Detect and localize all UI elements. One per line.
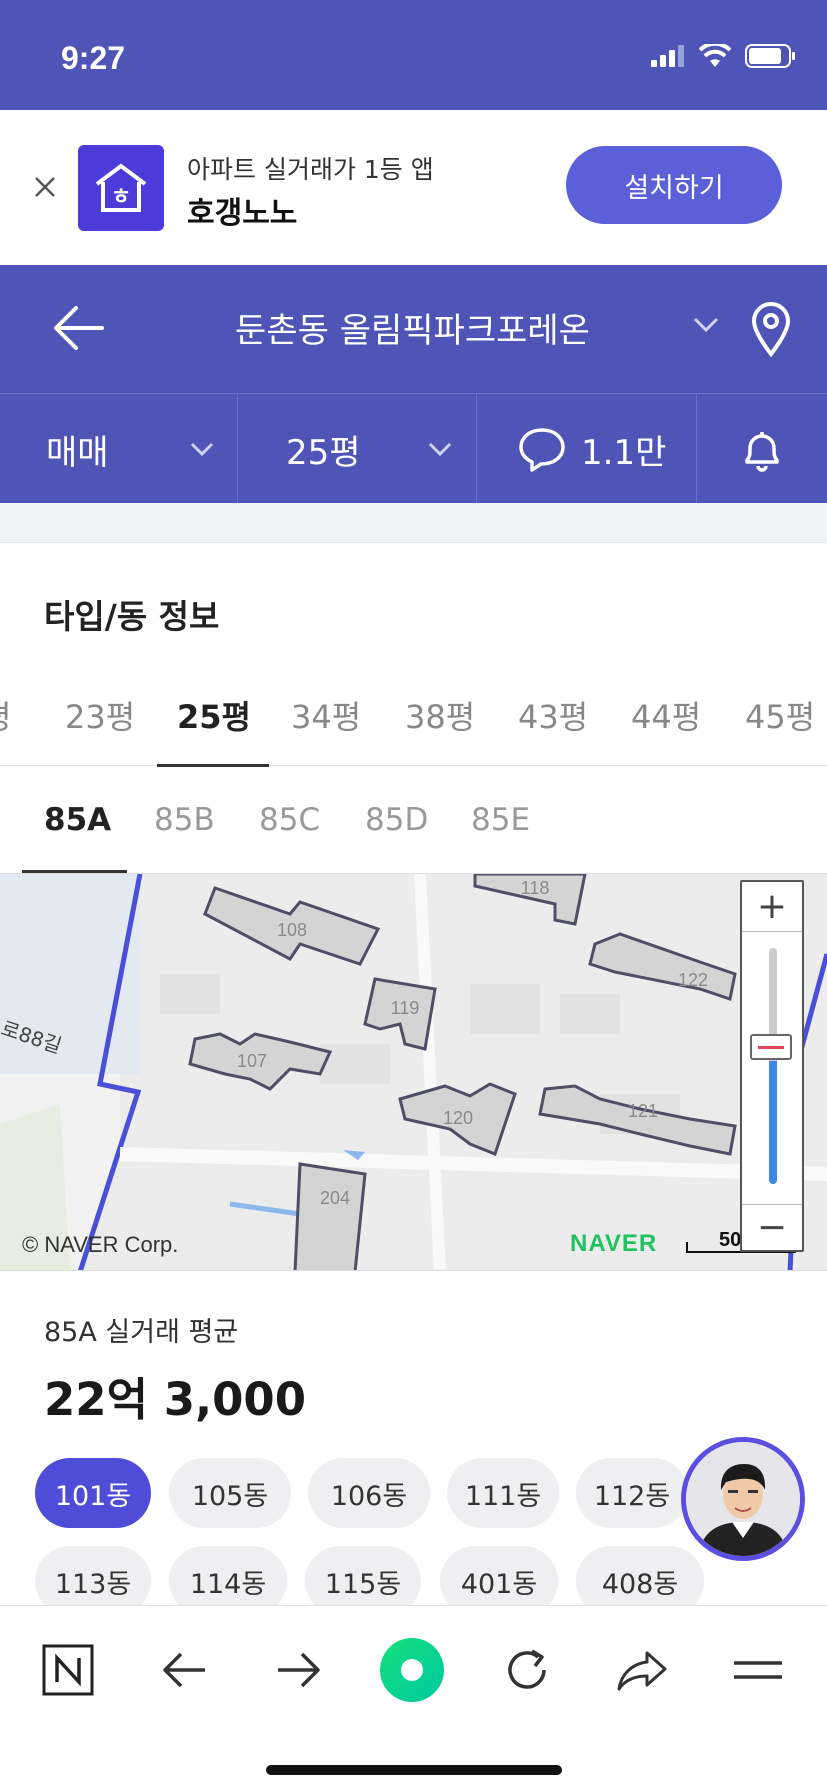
map-canvas[interactable]: 108 118 119 122 107 120 121 204 로88길 <box>0 874 827 1271</box>
refresh-button[interactable] <box>497 1640 557 1700</box>
banner-title: 호갱노노 <box>187 196 298 231</box>
tab-type-85c[interactable]: 85C <box>259 802 320 838</box>
comments-count: 1.1만 <box>581 432 667 473</box>
bell-icon <box>745 432 779 472</box>
agent-avatar[interactable] <box>681 1437 805 1561</box>
browser-forward-button[interactable] <box>268 1640 328 1700</box>
dong-chip-105[interactable]: 105동 <box>169 1458 291 1528</box>
naver-logo: NAVER <box>570 1230 658 1257</box>
map-copyright: © NAVER Corp. <box>22 1232 179 1257</box>
zoom-out-button[interactable]: − <box>742 1204 802 1250</box>
tab-type-85a[interactable]: 85A <box>44 802 111 838</box>
zoom-slider-fill <box>769 1061 777 1184</box>
size-filter[interactable]: 25평 <box>238 394 477 504</box>
map-scale-label: 50 <box>719 1229 742 1251</box>
signal-icon <box>651 45 684 67</box>
chevron-down-icon[interactable] <box>692 315 720 335</box>
dong-chip-106[interactable]: 106동 <box>308 1458 430 1528</box>
complex-title[interactable]: 둔촌동 올림픽파크포레온 <box>160 303 665 352</box>
size-tabs: 평 23평 25평 34평 38평 43평 44평 45평 <box>0 680 827 767</box>
app-logo: ㅎ <box>78 145 164 231</box>
install-button[interactable]: 설치하기 <box>566 146 782 224</box>
zoom-slider-handle[interactable] <box>750 1034 792 1060</box>
chevron-down-icon <box>428 442 452 457</box>
naver-n-icon <box>42 1644 94 1696</box>
zoom-slider-track[interactable] <box>769 948 777 1184</box>
app-header: 둔촌동 올림픽파크포레온 <box>0 265 827 393</box>
tab-type-85e[interactable]: 85E <box>471 802 530 838</box>
zoom-in-button[interactable]: + <box>742 882 802 932</box>
building-label-118: 118 <box>521 878 550 898</box>
location-pin-icon[interactable] <box>750 301 792 357</box>
tab-size-34[interactable]: 34평 <box>291 692 361 738</box>
dong-chip-112[interactable]: 112동 <box>576 1458 688 1528</box>
notification-button[interactable] <box>697 394 827 504</box>
tab-size-44[interactable]: 44평 <box>631 692 701 738</box>
close-icon[interactable] <box>30 172 60 202</box>
tab-size-25[interactable]: 25평 <box>177 692 251 738</box>
tab-type-85b[interactable]: 85B <box>154 802 215 838</box>
banner-subtitle: 아파트 실거래가 1등 앱 <box>187 155 434 184</box>
tab-size-38[interactable]: 38평 <box>405 692 475 738</box>
chevron-down-icon <box>190 442 214 457</box>
browser-toolbar <box>0 1605 827 1791</box>
type-tabs: 85A 85B 85C 85D 85E <box>0 766 827 874</box>
size-label: 25평 <box>286 432 361 473</box>
hamburger-menu-icon <box>734 1661 782 1679</box>
status-time: 9:27 <box>61 40 126 76</box>
app-logo-text: ㅎ <box>111 185 131 210</box>
home-indicator[interactable] <box>266 1765 562 1775</box>
building-label-107: 107 <box>237 1051 267 1071</box>
share-arrow-icon <box>617 1651 667 1691</box>
speech-bubble-icon <box>519 428 565 472</box>
share-button[interactable] <box>612 1640 672 1700</box>
wifi-icon <box>699 44 731 67</box>
tab-size-43[interactable]: 43평 <box>518 692 588 738</box>
back-arrow-icon[interactable] <box>52 303 106 353</box>
naver-home-button[interactable] <box>38 1640 98 1700</box>
price-value: 22억 3,000 <box>44 1373 307 1426</box>
green-dot-icon <box>380 1638 444 1702</box>
price-label: 85A 실거래 평균 <box>44 1317 239 1348</box>
building-label-121: 121 <box>628 1101 658 1121</box>
app-install-banner: ㅎ 아파트 실거래가 1등 앱 호갱노노 설치하기 <box>0 110 827 265</box>
status-bar: 9:27 <box>0 0 827 110</box>
menu-button[interactable] <box>728 1640 788 1700</box>
arrow-left-icon <box>163 1652 205 1688</box>
section-title: 타입/동 정보 <box>44 597 220 636</box>
building-label-122: 122 <box>678 970 708 990</box>
green-dot-button[interactable] <box>378 1636 446 1704</box>
building-label-204: 204 <box>320 1188 350 1208</box>
tab-type-85d[interactable]: 85D <box>365 802 428 838</box>
comments-button[interactable]: 1.1만 <box>477 394 697 504</box>
browser-back-button[interactable] <box>155 1640 215 1700</box>
status-icons <box>651 44 797 68</box>
tab-size-45[interactable]: 45평 <box>745 692 815 738</box>
dong-chip-111[interactable]: 111동 <box>447 1458 559 1528</box>
person-avatar-icon <box>686 1442 800 1556</box>
section-divider <box>0 503 827 543</box>
tab-size-23[interactable]: 23평 <box>65 692 135 738</box>
building-label-120: 120 <box>443 1108 473 1128</box>
building-label-108: 108 <box>277 920 307 940</box>
tab-size-partial[interactable]: 평 <box>0 692 11 738</box>
building-label-119: 119 <box>391 998 420 1018</box>
filter-bar: 매매 25평 1.1만 <box>0 393 827 504</box>
refresh-icon <box>508 1649 546 1689</box>
battery-icon <box>745 44 795 68</box>
zoom-control[interactable]: + − <box>740 880 804 1252</box>
deal-type-filter[interactable]: 매매 <box>0 394 238 504</box>
house-logo-icon: ㅎ <box>95 163 147 212</box>
complex-map[interactable]: 108 118 119 122 107 120 121 204 로88길 © N… <box>0 873 827 1271</box>
deal-type-label: 매매 <box>46 432 109 473</box>
arrow-right-icon <box>278 1652 320 1688</box>
dong-chip-101[interactable]: 101동 <box>35 1458 151 1528</box>
